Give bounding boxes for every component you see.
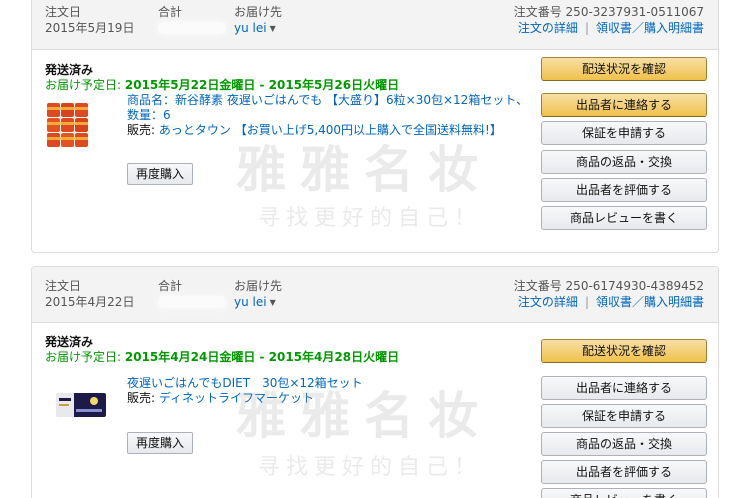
order-total-label: 合計 [158,5,183,19]
ship-to-name[interactable]: yu lei [234,21,267,35]
rate-seller-button[interactable]: 出品者を評価する [541,460,707,484]
ship-to-dropdown[interactable]: yu lei ▼ [234,20,282,37]
delivery-estimate: お届け予定日: 2015年5月22日金曜日 - 2015年5月26日火曜日 [45,76,399,93]
seller-link[interactable]: あっとタウン 【お買い上げ5,400円以上購入で全国送料無料!】 [159,123,502,137]
order-date-label: 注文日 [45,5,82,19]
seller-label: 販売: [127,123,156,137]
delivery-label: お届け予定日: [45,350,122,364]
order-total-label: 合計 [158,279,183,293]
seller-link[interactable]: ディネットライフマーケット [159,391,314,405]
delivery-estimate: お届け予定日: 2015年4月24日金曜日 - 2015年4月28日火曜日 [45,348,399,365]
delivery-label: お届け予定日: [45,78,122,92]
order-number-label: 注文番号 [513,5,562,19]
write-review-button[interactable]: 商品レビューを書く [541,206,707,230]
ship-to-name[interactable]: yu lei [234,295,267,309]
order-header: 注文日 2015年4月22日 合計 お届け先 yu lei ▼ 注文番号 250-… [32,267,718,323]
item-details: 商品名：新谷酵素 夜遅いごはんでも 【大盛り】6粒×30包×12箱セット、 数量… [127,93,537,138]
contact-seller-button[interactable]: 出品者に連絡する [541,93,707,117]
order-details-link[interactable]: 注文の詳細 [518,295,578,309]
item-details: 夜遅いごはんでもDIET 30包×12箱セット 販売: ディネットライフマーケッ… [127,376,537,406]
return-items-button[interactable]: 商品の返品・交換 [541,150,707,174]
ship-to-label: お届け先 [234,279,283,293]
order-number: 250-6174930-4389452 [565,279,704,293]
seller-label: 販売: [127,391,156,405]
track-package-button[interactable]: 配送状況を確認 [541,339,707,363]
receipt-link[interactable]: 領収書／購入明細書 [596,295,704,309]
order-number-label: 注文番号 [513,279,562,293]
delivery-dates: 2015年4月24日金曜日 - 2015年4月28日火曜日 [124,350,400,364]
delivery-dates: 2015年5月22日金曜日 - 2015年5月26日火曜日 [124,78,400,92]
caret-down-icon: ▼ [269,297,276,307]
ship-to-dropdown[interactable]: yu lei ▼ [234,294,282,311]
product-image[interactable] [46,101,90,149]
warranty-claim-button[interactable]: 保証を申請する [541,404,707,428]
order-number: 250-3237931-0511067 [565,5,704,19]
order-date: 2015年4月22日 [45,295,135,309]
return-items-button[interactable]: 商品の返品・交換 [541,432,707,456]
product-image[interactable] [54,385,108,425]
order-date: 2015年5月19日 [45,21,135,35]
order-date-label: 注文日 [45,279,82,293]
order-card: 注文日 2015年4月22日 合計 お届け先 yu lei ▼ 注文番号 250-… [31,266,719,498]
ship-to-label: お届け先 [234,5,283,19]
order-total-redacted [158,22,226,34]
link-separator: | [584,295,589,309]
order-header: 注文日 2015年5月19日 合計 お届け先 yu lei ▼ 注文番号 250-… [32,0,718,50]
buy-again-button[interactable]: 再度購入 [127,432,194,454]
warranty-claim-button[interactable]: 保証を申請する [541,121,707,145]
order-card: 注文日 2015年5月19日 合計 お届け先 yu lei ▼ 注文番号 250-… [31,0,719,253]
link-separator: | [584,21,589,35]
order-total-redacted [158,296,226,308]
caret-down-icon: ▼ [269,23,276,33]
receipt-link[interactable]: 領収書／購入明細書 [596,21,704,35]
buy-again-button[interactable]: 再度購入 [127,163,194,185]
contact-seller-button[interactable]: 出品者に連絡する [541,376,707,400]
order-details-link[interactable]: 注文の詳細 [518,21,578,35]
rate-seller-button[interactable]: 出品者を評価する [541,178,707,202]
product-name-link[interactable]: 商品名：新谷酵素 夜遅いごはんでも 【大盛り】6粒×30包×12箱セット、 [127,93,537,108]
product-quantity: 数量：6 [127,108,171,122]
write-review-button[interactable]: 商品レビューを書く [541,488,707,498]
product-name-link[interactable]: 夜遅いごはんでもDIET 30包×12箱セット [127,376,537,391]
track-package-button[interactable]: 配送状況を確認 [541,57,707,81]
